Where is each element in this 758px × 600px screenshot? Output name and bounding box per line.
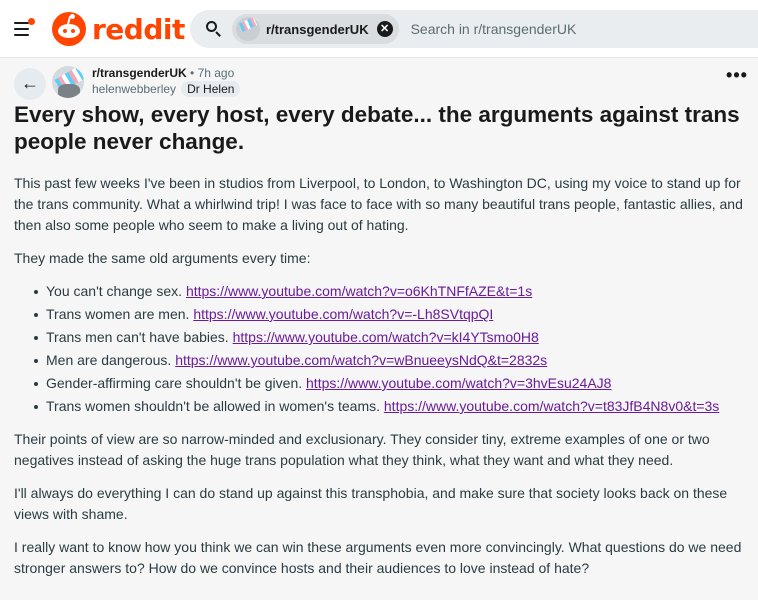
list-item: Men are dangerous. https://www.youtube.c…: [14, 350, 744, 373]
search-bar[interactable]: r/transgenderUK ✕: [190, 10, 758, 48]
youtube-link[interactable]: https://www.youtube.com/watch?v=t83JfB4N…: [384, 398, 719, 414]
post-meta: r/transgenderUK • 7h ago: [92, 66, 234, 80]
author-line: helenwebberley Dr Helen: [92, 81, 241, 97]
argument-text: Gender-affirming care shouldn't be given…: [46, 375, 303, 391]
notification-dot: [28, 18, 35, 25]
list-item: Gender-affirming care shouldn't be given…: [14, 373, 744, 396]
body-paragraph: They made the same old arguments every t…: [14, 250, 311, 266]
list-item: Trans women shouldn't be allowed in wome…: [14, 396, 744, 419]
post-header: ← r/transgenderUK • 7h ago helenwebberle…: [0, 58, 758, 100]
subreddit-link[interactable]: r/transgenderUK: [92, 66, 187, 80]
post-title: Every show, every host, every debate... …: [14, 102, 740, 154]
subreddit-chip-avatar: [236, 17, 260, 41]
youtube-link[interactable]: https://www.youtube.com/watch?v=3hvEsu24…: [306, 375, 611, 391]
menu-icon[interactable]: [14, 18, 35, 36]
meta-separator: •: [190, 66, 195, 80]
list-item: You can't change sex. https://www.youtub…: [14, 281, 744, 304]
more-options-icon[interactable]: •••: [724, 66, 750, 90]
arguments-list: You can't change sex. https://www.youtub…: [14, 281, 744, 419]
subreddit-chip-label: r/transgenderUK: [266, 21, 369, 37]
user-flair: Dr Helen: [181, 81, 241, 97]
snoo-icon: [52, 12, 86, 46]
argument-text: Trans women are men.: [46, 306, 190, 322]
logo-wordmark: reddit: [92, 12, 185, 46]
close-icon[interactable]: ✕: [376, 21, 393, 37]
list-item: Trans women are men. https://www.youtube…: [14, 304, 744, 327]
argument-text: Trans women shouldn't be allowed in wome…: [46, 398, 380, 414]
argument-text: You can't change sex.: [46, 283, 183, 299]
youtube-link[interactable]: https://www.youtube.com/watch?v=wBnueeys…: [175, 352, 547, 368]
youtube-link[interactable]: https://www.youtube.com/watch?v=-Lh8SVtq…: [193, 306, 493, 322]
body-paragraph: Their points of view are so narrow-minde…: [14, 431, 710, 468]
body-paragraph: I really want to know how you think we c…: [14, 539, 742, 576]
argument-text: Trans men can't have babies.: [46, 329, 229, 345]
youtube-link[interactable]: https://www.youtube.com/watch?v=kI4YTsmo…: [233, 329, 539, 345]
youtube-link[interactable]: https://www.youtube.com/watch?v=o6KhTNFf…: [186, 283, 532, 299]
post-time: 7h ago: [197, 66, 235, 80]
search-input[interactable]: [410, 21, 731, 37]
body-paragraph: This past few weeks I've been in studios…: [14, 175, 743, 233]
subreddit-avatar[interactable]: [52, 66, 84, 98]
top-bar: reddit r/transgenderUK ✕: [0, 0, 758, 58]
argument-text: Men are dangerous.: [46, 352, 172, 368]
post-body: This past few weeks I've been in studios…: [14, 173, 744, 591]
body-paragraph: I'll always do everything I can do stand…: [14, 485, 728, 522]
search-icon: [206, 21, 222, 37]
back-arrow-icon[interactable]: ←: [14, 68, 46, 100]
list-item: Trans men can't have babies. https://www…: [14, 327, 744, 350]
subreddit-search-chip[interactable]: r/transgenderUK ✕: [232, 14, 399, 44]
reddit-logo[interactable]: reddit: [52, 12, 185, 46]
author-link[interactable]: helenwebberley: [92, 82, 176, 96]
